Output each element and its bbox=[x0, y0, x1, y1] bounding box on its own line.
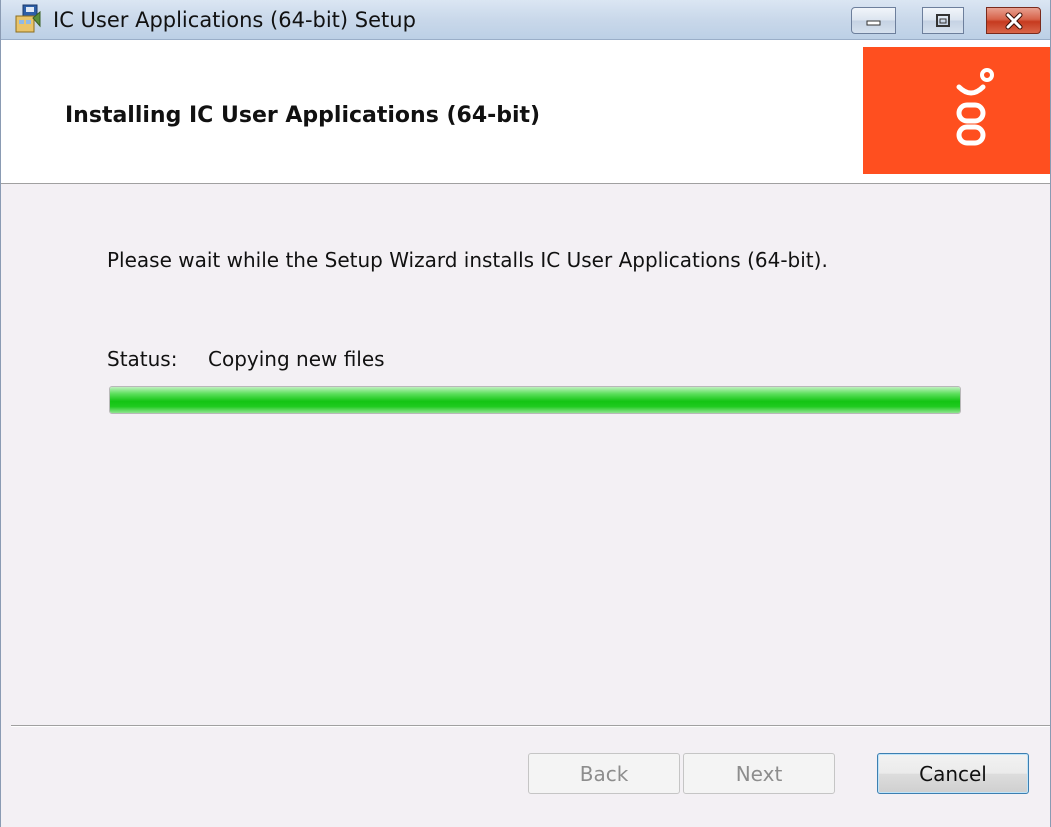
close-button[interactable] bbox=[986, 7, 1041, 34]
minimize-button[interactable] bbox=[851, 7, 896, 34]
minimize-icon bbox=[866, 20, 880, 25]
close-icon bbox=[1005, 12, 1022, 29]
footer-separator bbox=[11, 725, 1050, 727]
installer-icon bbox=[15, 4, 41, 33]
back-button[interactable]: Back bbox=[528, 753, 680, 794]
status-value: Copying new files bbox=[208, 347, 385, 371]
wait-message: Please wait while the Setup Wizard insta… bbox=[107, 248, 828, 272]
progress-fill bbox=[110, 387, 960, 413]
maximize-button[interactable] bbox=[922, 7, 964, 34]
status-label: Status: bbox=[107, 347, 178, 371]
setup-window: IC User Applications (64-bit) Setup Inst… bbox=[0, 0, 1051, 827]
genesys-logo bbox=[863, 47, 1050, 174]
title-bar[interactable]: IC User Applications (64-bit) Setup bbox=[1, 0, 1050, 40]
page-title: Installing IC User Applications (64-bit) bbox=[65, 103, 541, 128]
logo-icon bbox=[956, 68, 994, 146]
next-button[interactable]: Next bbox=[683, 753, 835, 794]
cancel-button[interactable]: Cancel bbox=[877, 753, 1029, 794]
window-title: IC User Applications (64-bit) Setup bbox=[53, 8, 416, 32]
progress-bar bbox=[109, 386, 961, 414]
maximize-icon bbox=[936, 13, 950, 27]
